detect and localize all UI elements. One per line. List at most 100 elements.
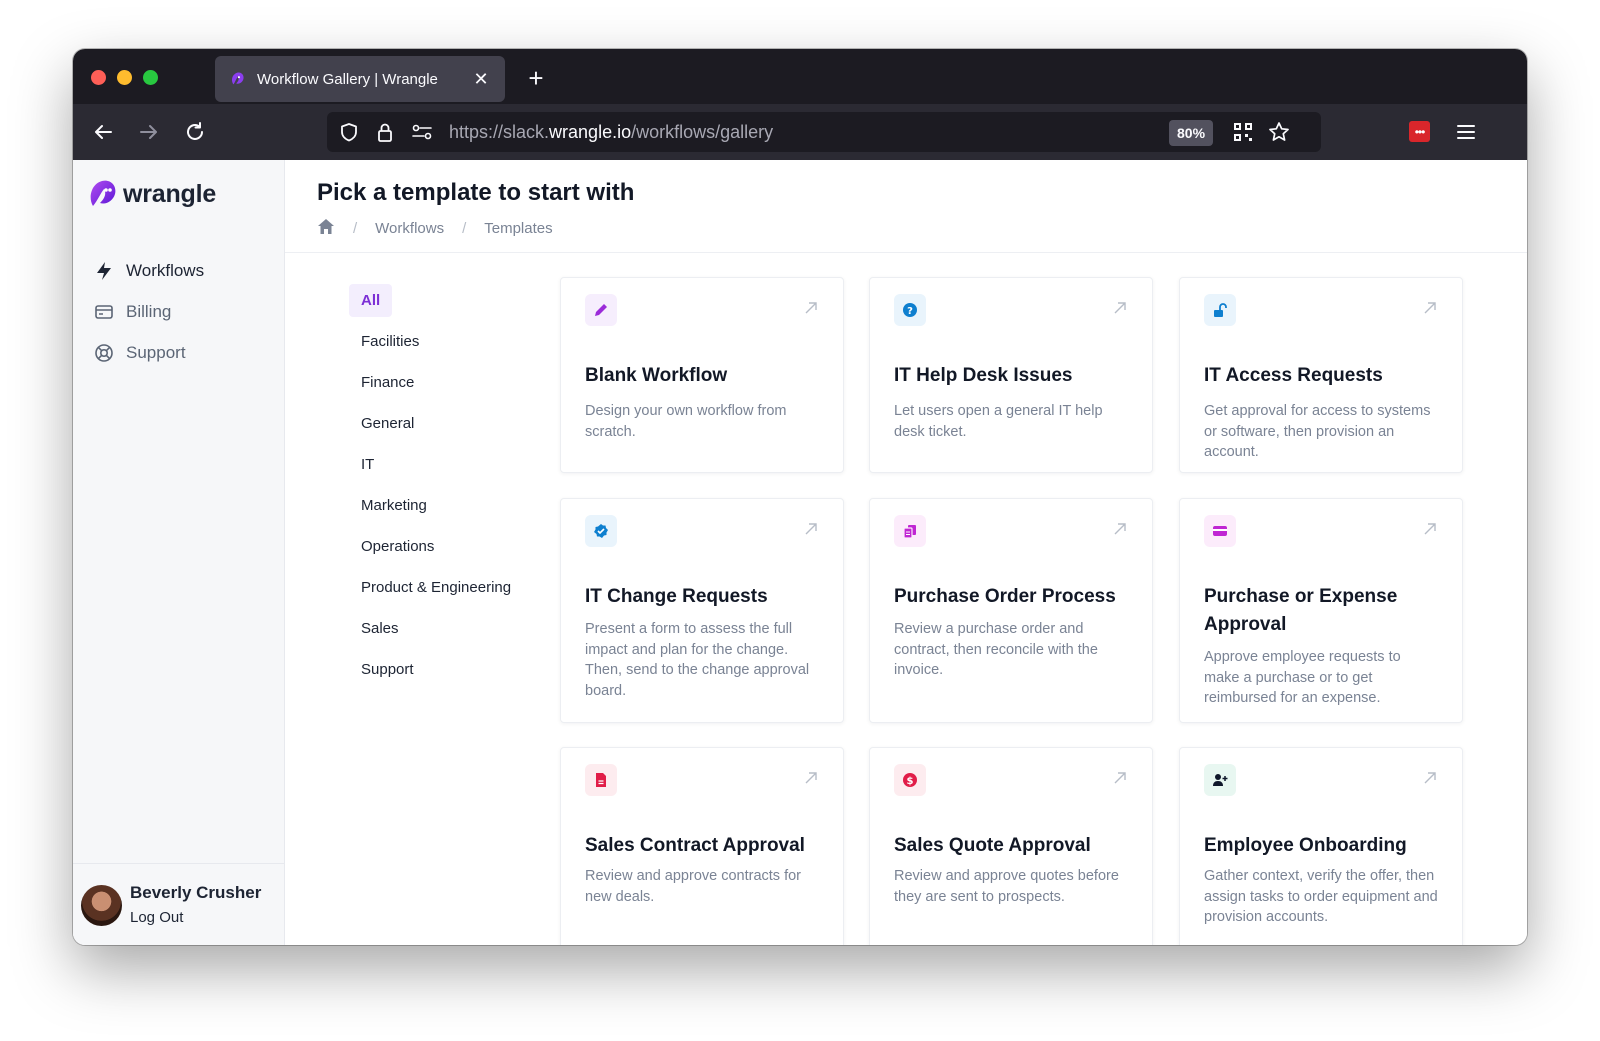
filter-label: All xyxy=(349,284,393,317)
sidebar-item-support[interactable]: Support xyxy=(93,332,273,373)
hamburger-menu-icon[interactable] xyxy=(1455,121,1477,143)
zoom-level-badge[interactable]: 80% xyxy=(1169,120,1214,146)
user-name: Beverly Crusher xyxy=(130,883,262,902)
zoom-window-button[interactable] xyxy=(143,70,158,85)
new-tab-button[interactable]: + xyxy=(521,63,551,93)
pencil-icon xyxy=(595,304,607,316)
svg-text:$: $ xyxy=(907,776,914,787)
url-bar[interactable]: https://slack.wrangle.io/workflows/galle… xyxy=(327,112,1321,152)
filter-all[interactable]: All xyxy=(349,280,529,321)
url-prefix: https://slack. xyxy=(449,122,550,142)
filter-general[interactable]: General xyxy=(349,403,529,444)
reload-button[interactable] xyxy=(181,118,209,146)
card-description: Present a form to assess the full impact… xyxy=(585,621,810,699)
brand-logo[interactable]: wrangle xyxy=(89,178,216,210)
bookmark-star-icon[interactable] xyxy=(1268,121,1290,143)
filter-facilities[interactable]: Facilities xyxy=(349,321,529,362)
filter-finance[interactable]: Finance xyxy=(349,362,529,403)
logout-link[interactable]: Log Out xyxy=(130,909,183,926)
card-title: Employee Onboarding xyxy=(1204,835,1407,856)
template-card-employee-onboarding[interactable]: Employee Onboarding Gather context, veri… xyxy=(1179,747,1463,945)
filter-support[interactable]: Support xyxy=(349,649,529,690)
template-card-purchase-expense[interactable]: Purchase or Expense Approval Approve emp… xyxy=(1179,498,1463,723)
main-content: Pick a template to start with / Workflow… xyxy=(285,160,1527,945)
password-manager-extension-icon[interactable]: ••• xyxy=(1409,121,1430,142)
card-title: Purchase or Expense Approval xyxy=(1204,586,1398,635)
card-title: Sales Contract Approval xyxy=(585,835,805,856)
web-page: wrangle Workflows Billing Support Beverl… xyxy=(73,160,1527,945)
external-arrow-icon xyxy=(1114,302,1126,314)
browser-tab[interactable]: Workflow Gallery | Wrangle ✕ xyxy=(215,56,505,102)
filter-product-engineering[interactable]: Product & Engineering xyxy=(349,567,529,608)
template-card-it-help-desk[interactable]: ? IT Help Desk Issues Let users open a g… xyxy=(869,277,1153,473)
permissions-icon[interactable] xyxy=(411,123,433,141)
filter-operations[interactable]: Operations xyxy=(349,526,529,567)
forward-button[interactable] xyxy=(135,118,163,146)
wrangle-favicon-icon xyxy=(232,72,244,85)
lock-icon[interactable] xyxy=(375,121,395,143)
card-title: IT Access Requests xyxy=(1204,365,1383,386)
card-icon-tile xyxy=(1204,764,1236,796)
template-card-it-access-requests[interactable]: IT Access Requests Get approval for acce… xyxy=(1179,277,1463,473)
filter-it[interactable]: IT xyxy=(349,444,529,485)
external-arrow-icon xyxy=(1424,302,1436,314)
card-icon-tile xyxy=(585,515,617,547)
page-title: Pick a template to start with xyxy=(317,179,635,206)
card-description: Approve employee requests to make a purc… xyxy=(1204,649,1401,706)
card-description: Review and approve quotes before they ar… xyxy=(894,868,1119,905)
title-bar: Workflow Gallery | Wrangle ✕ + xyxy=(73,49,1527,104)
home-icon[interactable] xyxy=(317,218,335,239)
unlock-icon xyxy=(1214,303,1227,317)
close-window-button[interactable] xyxy=(91,70,106,85)
arrow-left-icon xyxy=(95,125,112,139)
qr-code-icon[interactable] xyxy=(1233,122,1253,142)
tab-title: Workflow Gallery | Wrangle xyxy=(257,70,438,88)
template-card-it-change-requests[interactable]: IT Change Requests Present a form to ass… xyxy=(560,498,844,723)
sidebar-item-label: Billing xyxy=(126,301,172,321)
back-button[interactable] xyxy=(89,118,117,146)
card-title: Purchase Order Process xyxy=(894,586,1116,607)
template-card-sales-quote[interactable]: $ Sales Quote Approval Review and approv… xyxy=(869,747,1153,945)
sidebar-item-workflows[interactable]: Workflows xyxy=(93,250,273,291)
svg-text:?: ? xyxy=(907,306,913,317)
dollar-icon: $ xyxy=(903,773,917,787)
page-header: Pick a template to start with / Workflow… xyxy=(285,160,1527,253)
credit-card-icon xyxy=(1213,526,1227,536)
card-icon-tile xyxy=(585,764,617,796)
url-text[interactable]: https://slack.wrangle.io/workflows/galle… xyxy=(449,122,773,143)
tab-close-icon[interactable]: ✕ xyxy=(471,69,491,90)
template-card-purchase-order[interactable]: Purchase Order Process Review a purchase… xyxy=(869,498,1153,723)
minimize-window-button[interactable] xyxy=(117,70,132,85)
documents-icon xyxy=(903,525,916,539)
check-badge-icon xyxy=(594,524,608,538)
breadcrumb-workflows[interactable]: Workflows xyxy=(375,220,444,237)
breadcrumb-templates[interactable]: Templates xyxy=(484,220,552,237)
template-card-sales-contract[interactable]: Sales Contract Approval Review and appro… xyxy=(560,747,844,945)
external-arrow-icon xyxy=(1424,523,1436,535)
brand-name: wrangle xyxy=(123,179,217,208)
filter-marketing[interactable]: Marketing xyxy=(349,485,529,526)
reload-icon xyxy=(187,122,203,140)
template-card-blank-workflow[interactable]: Blank Workflow Design your own workflow … xyxy=(560,277,844,473)
card-description: Review a purchase order and contract, th… xyxy=(894,621,1098,678)
card-icon-tile: ? xyxy=(894,294,926,326)
card-title: Blank Workflow xyxy=(585,365,728,386)
card-icon-tile: $ xyxy=(894,764,926,796)
credit-card-icon xyxy=(93,301,115,323)
avatar[interactable] xyxy=(81,885,122,926)
card-description: Review and approve contracts for new dea… xyxy=(585,868,801,905)
shield-icon[interactable] xyxy=(339,122,359,142)
external-arrow-icon xyxy=(805,523,817,535)
url-host: wrangle.io xyxy=(549,122,632,142)
filter-sales[interactable]: Sales xyxy=(349,608,529,649)
browser-toolbar: https://slack.wrangle.io/workflows/galle… xyxy=(73,104,1527,160)
card-icon-tile xyxy=(894,515,926,547)
wrangle-logo-icon xyxy=(90,180,116,206)
lightning-icon xyxy=(93,260,115,282)
sidebar-item-billing[interactable]: Billing xyxy=(93,291,273,332)
card-description: Design your own workflow from scratch. xyxy=(585,403,787,440)
browser-window: Workflow Gallery | Wrangle ✕ + https://s… xyxy=(73,49,1527,945)
question-icon: ? xyxy=(903,303,917,317)
card-title: Sales Quote Approval xyxy=(894,835,1091,856)
sidebar-item-label: Workflows xyxy=(126,260,205,280)
